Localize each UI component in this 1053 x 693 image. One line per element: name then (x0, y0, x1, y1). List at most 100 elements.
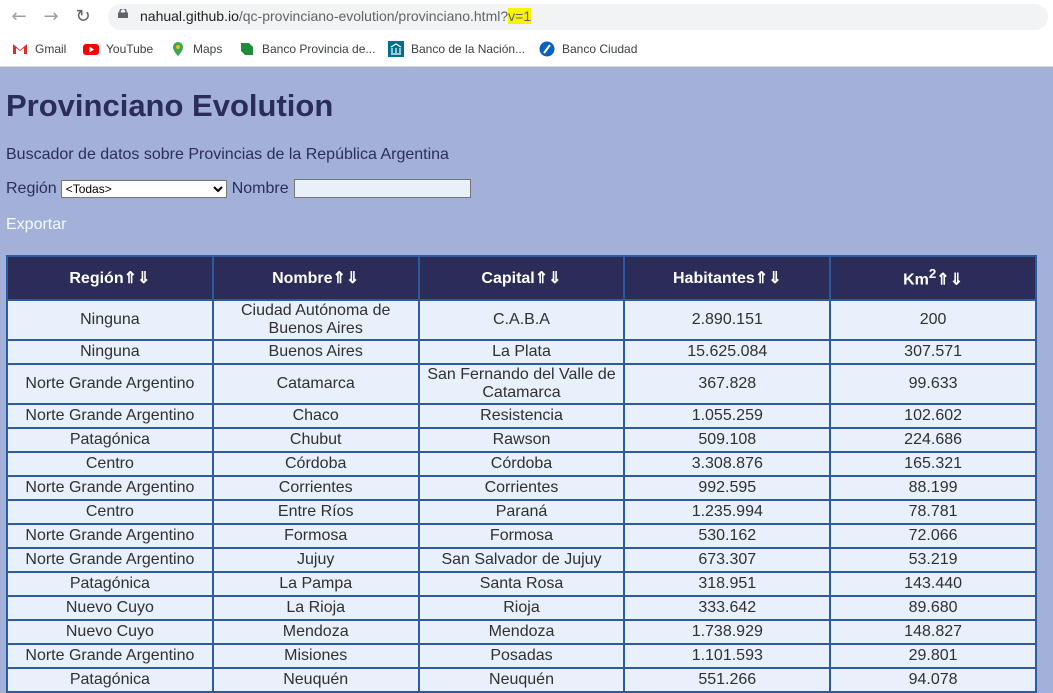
cell-habitantes: 551.266 (623, 667, 832, 693)
banco-ciudad-icon (539, 41, 555, 57)
cell-capital: La Plata (417, 339, 626, 365)
cell-capital: Resistencia (417, 403, 626, 429)
cell-capital: Santa Rosa (417, 571, 626, 597)
cell-km2: 72.066 (829, 523, 1037, 549)
cell-habitantes: 1.101.593 (623, 643, 832, 669)
cell-region: Patagónica (6, 427, 214, 453)
bookmark-label: Gmail (35, 42, 67, 56)
bookmark-label: Banco de la Nación... (411, 42, 526, 56)
cell-habitantes: 530.162 (623, 523, 832, 549)
cell-nombre: Chaco (211, 403, 420, 429)
table-row: Norte Grande Argentino Catamarca San Ferna… (6, 363, 1037, 405)
table-row: Nuevo Cuyo La Rioja Rioja 333.642 89.680 (6, 595, 1037, 621)
header-km2[interactable]: Km2⇑⇓ (829, 255, 1037, 301)
header-nombre[interactable]: Nombre⇑⇓ (211, 255, 420, 301)
cell-km2: 307.571 (829, 339, 1037, 365)
cell-km2: 224.686 (829, 427, 1037, 453)
browser-toolbar: ← → ↻ nahual.github.io/qc-provinciano-ev… (0, 0, 1053, 34)
bookmark-maps[interactable]: Maps (170, 41, 222, 57)
table-row: Norte Grande Argentino Formosa Formosa 530.… (6, 523, 1037, 549)
cell-nombre: Neuquén (211, 667, 420, 693)
address-bar[interactable]: nahual.github.io/qc-provinciano-evolutio… (108, 4, 1048, 30)
page-subtitle: Buscador de datos sobre Provincias de la… (6, 146, 449, 163)
cell-km2: 29.801 (829, 643, 1037, 669)
cell-habitantes: 367.828 (623, 363, 832, 405)
region-label: Región (6, 179, 57, 197)
cell-capital: San Salvador de Jujuy (417, 547, 626, 573)
bookmark-youtube[interactable]: YouTube (83, 41, 153, 57)
table-row: Norte Grande Argentino Jujuy San Salvador … (6, 547, 1037, 573)
cell-capital: Neuquén (417, 667, 626, 693)
cell-region: Centro (6, 451, 214, 477)
cell-region: Patagónica (6, 667, 214, 693)
cell-km2: 102.602 (829, 403, 1037, 429)
cell-capital: San Fernando del Valle de Catamarca (417, 363, 626, 405)
header-habitantes[interactable]: Habitantes⇑⇓ (623, 255, 832, 301)
cell-capital: Corrientes (417, 475, 626, 501)
bookmark-banco-ciudad[interactable]: Banco Ciudad (539, 41, 637, 57)
bookmarks-bar: Gmail YouTube Maps Banco Provincia de...… (0, 34, 1053, 67)
bookmark-label: Banco Provincia de... (262, 42, 376, 56)
cell-nombre: Corrientes (211, 475, 420, 501)
url-text: nahual.github.io/qc-provinciano-evolutio… (140, 8, 532, 24)
cell-km2: 78.781 (829, 499, 1037, 525)
cell-nombre: Entre Ríos (211, 499, 420, 525)
cell-km2: 143.440 (829, 571, 1037, 597)
table-row: Centro Córdoba Córdoba 3.308.876 165.321 (6, 451, 1037, 477)
bookmark-gmail[interactable]: Gmail (12, 41, 66, 57)
reload-icon[interactable]: ↻ (72, 6, 94, 28)
nombre-label: Nombre (231, 179, 289, 197)
filter-bar: Región <Todas> Nombre (6, 179, 471, 198)
youtube-icon (83, 44, 99, 55)
table-row: Patagónica Neuquén Neuquén 551.266 94.078 (6, 667, 1037, 693)
cell-nombre: La Rioja (211, 595, 420, 621)
cell-nombre: Buenos Aires (211, 339, 420, 365)
cell-region: Norte Grande Argentino (6, 403, 214, 429)
cell-nombre: Jujuy (211, 547, 420, 573)
cell-habitantes: 1.738.929 (623, 619, 832, 645)
cell-habitantes: 673.307 (623, 547, 832, 573)
table-row: Ninguna Buenos Aires La Plata 15.625.084 307… (6, 339, 1037, 365)
forward-arrow-icon[interactable]: → (40, 6, 62, 28)
lock-icon (118, 9, 128, 18)
cell-nombre: Formosa (211, 523, 420, 549)
cell-nombre: Chubut (211, 427, 420, 453)
table-header-row: Región⇑⇓ Nombre⇑⇓ Capital⇑⇓ Habitantes⇑⇓… (6, 255, 1037, 301)
table-row: Centro Entre Ríos Paraná 1.235.994 78.781 (6, 499, 1037, 525)
cell-region: Ninguna (6, 339, 214, 365)
cell-capital: C.A.B.A (417, 299, 626, 341)
cell-region: Norte Grande Argentino (6, 363, 214, 405)
cell-capital: Rawson (417, 427, 626, 453)
cell-region: Norte Grande Argentino (6, 547, 214, 573)
banco-nacion-icon (388, 41, 404, 57)
bookmark-banco-provincia[interactable]: Banco Provincia de... (239, 41, 375, 57)
cell-capital: Formosa (417, 523, 626, 549)
cell-habitantes: 2.890.151 (623, 299, 832, 341)
table-row: Norte Grande Argentino Misiones Posadas 1.1… (6, 643, 1037, 669)
cell-nombre: Misiones (211, 643, 420, 669)
cell-km2: 94.078 (829, 667, 1037, 693)
cell-km2: 148.827 (829, 619, 1037, 645)
cell-region: Centro (6, 499, 214, 525)
provinces-table: Región⇑⇓ Nombre⇑⇓ Capital⇑⇓ Habitantes⇑⇓… (6, 255, 1037, 693)
export-button[interactable]: Exportar (6, 216, 66, 234)
bookmark-label: YouTube (106, 42, 154, 56)
bookmark-banco-nacion[interactable]: Banco de la Nación... (388, 41, 525, 57)
region-select[interactable]: <Todas> (60, 179, 227, 198)
table-row: Patagónica La Pampa Santa Rosa 318.951 143.4… (6, 571, 1037, 597)
header-capital[interactable]: Capital⇑⇓ (417, 255, 626, 301)
cell-region: Patagónica (6, 571, 214, 597)
cell-capital: Córdoba (417, 451, 626, 477)
cell-habitantes: 15.625.084 (623, 339, 832, 365)
back-arrow-icon[interactable]: ← (8, 6, 30, 28)
table-row: Ninguna Ciudad Autónoma de Buenos Aires C.… (6, 299, 1037, 341)
cell-nombre: Mendoza (211, 619, 420, 645)
km2-superscript: 2 (928, 266, 937, 282)
header-region[interactable]: Región⇑⇓ (6, 255, 214, 301)
nombre-input[interactable] (293, 179, 471, 198)
cell-region: Ninguna (6, 299, 214, 341)
cell-capital: Rioja (417, 595, 626, 621)
cell-nombre: La Pampa (211, 571, 420, 597)
cell-km2: 99.633 (829, 363, 1037, 405)
cell-habitantes: 333.642 (623, 595, 832, 621)
